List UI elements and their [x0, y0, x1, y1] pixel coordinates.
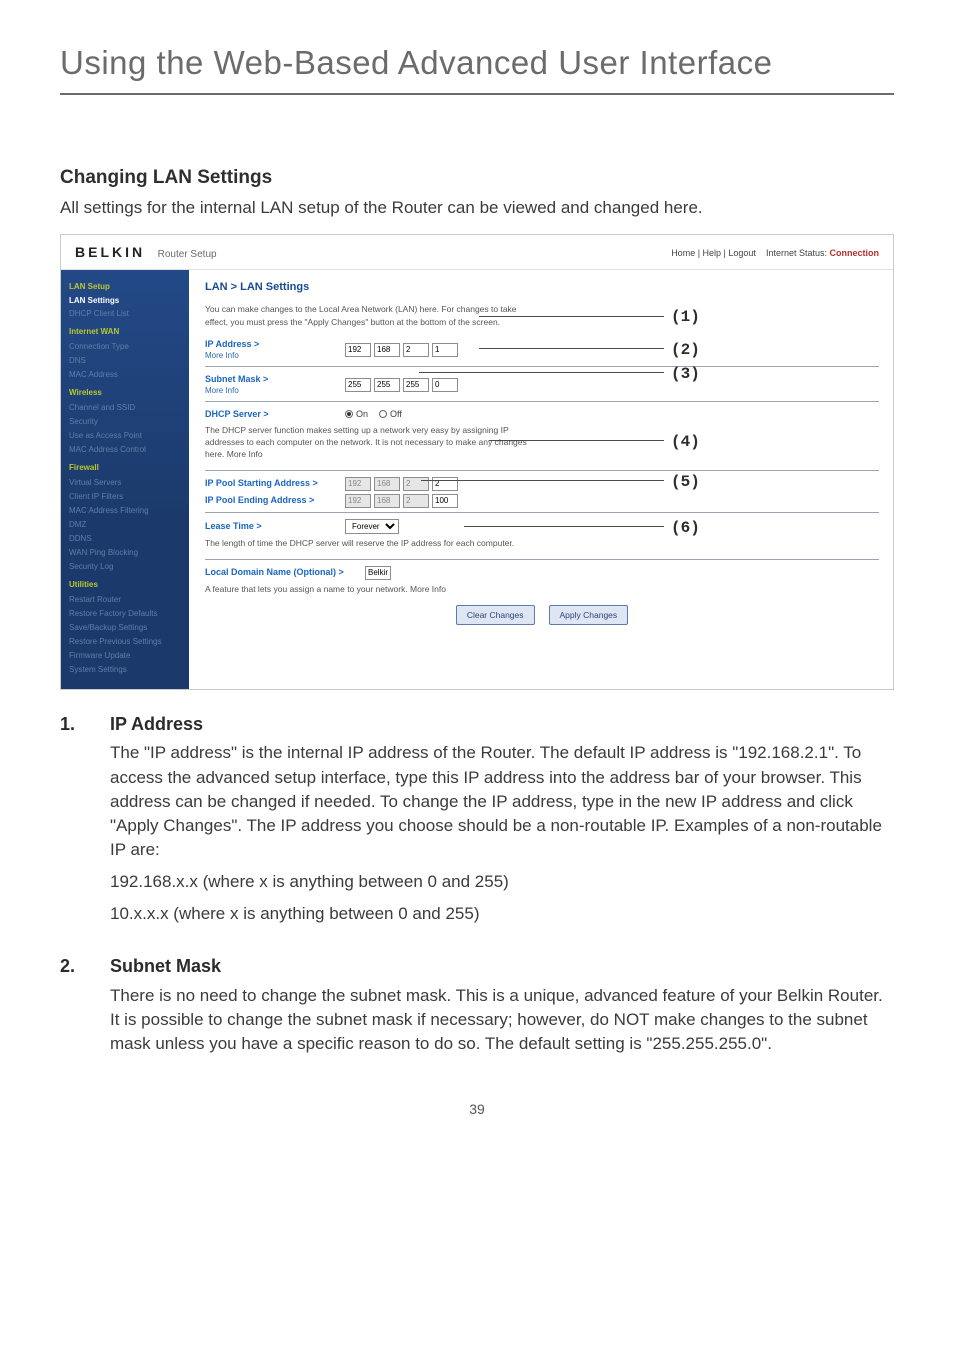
sidebar-item: LAN Setup [69, 281, 181, 293]
explanation-number: 1. [60, 712, 86, 934]
nav-sidebar: LAN Setup LAN SettingsDHCP Client List Int… [61, 270, 189, 689]
local-domain-input[interactable] [365, 566, 391, 580]
panel-title: LAN > LAN Settings [205, 280, 879, 296]
pe-1 [345, 494, 371, 508]
top-links-left[interactable]: Home | Help | Logout [671, 248, 756, 258]
sidebar-item[interactable]: MAC Address [69, 368, 181, 382]
sidebar-item: Firewall [69, 462, 181, 474]
sidebar-item[interactable]: DDNS [69, 532, 181, 546]
sidebar-item[interactable]: Connection Type [69, 340, 181, 354]
marker-6: (6) [671, 517, 700, 540]
ip-1[interactable] [345, 343, 371, 357]
more-info-link[interactable]: More Info [205, 350, 345, 361]
marker-2: (2) [671, 339, 700, 362]
explanation-title: IP Address [110, 712, 894, 738]
pe-2 [374, 494, 400, 508]
ps-2 [374, 477, 400, 491]
subnet-mask-label[interactable]: Subnet Mask > More Info [205, 373, 345, 397]
dhcp-server-label[interactable]: DHCP Server > [205, 408, 345, 421]
page-number: 39 [60, 1100, 894, 1120]
pool-end-inputs [345, 494, 458, 508]
lease-time-select[interactable]: Forever [345, 519, 399, 534]
sidebar-item[interactable]: DMZ [69, 518, 181, 532]
sidebar-item: Utilities [69, 579, 181, 591]
mask-3[interactable] [403, 378, 429, 392]
ps-1 [345, 477, 371, 491]
sidebar-item[interactable]: Security Log [69, 560, 181, 574]
ip-address-label[interactable]: IP Address > More Info [205, 338, 345, 362]
main-panel: LAN > LAN Settings You can make changes … [189, 270, 893, 689]
clear-changes-button[interactable]: Clear Changes [456, 605, 535, 625]
explanation-title: Subnet Mask [110, 954, 894, 980]
dhcp-off-radio[interactable]: Off [379, 408, 402, 421]
sidebar-item[interactable]: WAN Ping Blocking [69, 546, 181, 560]
subnet-mask-inputs [345, 378, 458, 392]
dhcp-desc: The DHCP server function makes setting u… [205, 424, 545, 460]
brand-logo: BELKIN [75, 244, 145, 260]
sidebar-item[interactable]: Firmware Update [69, 649, 181, 663]
brand-subtitle: Router Setup [158, 249, 217, 260]
ip-2[interactable] [374, 343, 400, 357]
explanation-item: 1. IP Address The "IP address" is the inte… [60, 712, 894, 934]
marker-3: (3) [671, 363, 700, 386]
sidebar-item: Wireless [69, 387, 181, 399]
sidebar-item[interactable]: LAN Settings [69, 295, 181, 307]
sidebar-item[interactable]: Save/Backup Settings [69, 621, 181, 635]
sidebar-item[interactable]: Restart Router [69, 593, 181, 607]
marker-4: (4) [671, 431, 700, 454]
lease-desc: The length of time the DHCP server will … [205, 537, 545, 549]
domain-desc: A feature that lets you assign a name to… [205, 583, 545, 595]
sidebar-item[interactable]: Virtual Servers [69, 476, 181, 490]
explanation-list: 1. IP Address The "IP address" is the inte… [60, 712, 894, 1064]
sidebar-item: Internet WAN [69, 326, 181, 338]
local-domain-label[interactable]: Local Domain Name (Optional) > [205, 566, 365, 579]
pe-3 [403, 494, 429, 508]
router-ui-screenshot: BELKIN Router Setup Home | Help | Logout… [60, 234, 894, 690]
ip-address-inputs [345, 343, 458, 357]
pool-end-label[interactable]: IP Pool Ending Address > [205, 494, 345, 507]
sidebar-item[interactable]: MAC Address Control [69, 443, 181, 457]
marker-1: (1) [671, 306, 700, 329]
status-label: Internet Status: [766, 248, 827, 258]
page-heading: Changing LAN Settings [60, 165, 894, 192]
explanation-number: 2. [60, 954, 86, 1064]
mask-4[interactable] [432, 378, 458, 392]
sidebar-item[interactable]: DNS [69, 354, 181, 368]
sidebar-item[interactable]: Restore Factory Defaults [69, 607, 181, 621]
sidebar-item[interactable]: Client IP Filters [69, 490, 181, 504]
pool-start-label[interactable]: IP Pool Starting Address > [205, 477, 345, 490]
mask-1[interactable] [345, 378, 371, 392]
sidebar-item[interactable]: DHCP Client List [69, 307, 181, 321]
dhcp-on-radio[interactable]: On [345, 408, 368, 421]
sidebar-item[interactable]: Channel and SSID [69, 401, 181, 415]
sidebar-item[interactable]: Security [69, 415, 181, 429]
status-value: Connection [830, 248, 880, 258]
explanation-paragraph: 10.x.x.x (where x is anything between 0 … [110, 902, 894, 926]
apply-changes-button[interactable]: Apply Changes [549, 605, 629, 625]
top-links: Home | Help | Logout Internet Status: Co… [671, 247, 879, 260]
intro-paragraph: All settings for the internal LAN setup … [60, 196, 894, 220]
ip-4[interactable] [432, 343, 458, 357]
more-info-link[interactable]: More Info [205, 385, 345, 396]
sidebar-item[interactable]: System Settings [69, 663, 181, 677]
marker-5: (5) [671, 471, 700, 494]
explanation-item: 2. Subnet Mask There is no need to change … [60, 954, 894, 1064]
sidebar-item[interactable]: Restore Previous Settings [69, 635, 181, 649]
explanation-paragraph: There is no need to change the subnet ma… [110, 984, 894, 1056]
explanation-paragraph: The "IP address" is the internal IP addr… [110, 741, 894, 862]
lease-time-label[interactable]: Lease Time > [205, 520, 345, 533]
panel-desc: You can make changes to the Local Area N… [205, 303, 525, 327]
explanation-paragraph: 192.168.x.x (where x is anything between… [110, 870, 894, 894]
mask-2[interactable] [374, 378, 400, 392]
ip-3[interactable] [403, 343, 429, 357]
section-title: Using the Web-Based Advanced User Interf… [60, 40, 894, 95]
sidebar-item[interactable]: Use as Access Point [69, 429, 181, 443]
pe-4[interactable] [432, 494, 458, 508]
sidebar-item[interactable]: MAC Address Filtering [69, 504, 181, 518]
